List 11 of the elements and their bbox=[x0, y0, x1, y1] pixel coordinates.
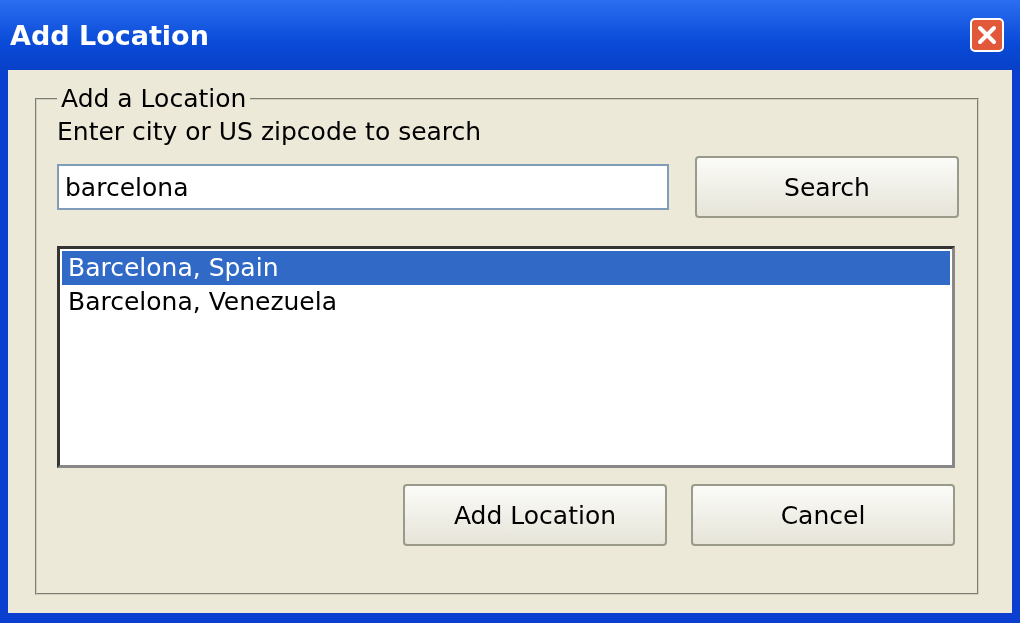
search-prompt: Enter city or US zipcode to search bbox=[57, 117, 483, 146]
group-legend: Add a Location bbox=[57, 84, 251, 113]
window-title: Add Location bbox=[10, 19, 209, 51]
results-list[interactable]: Barcelona, Spain Barcelona, Venezuela bbox=[57, 246, 955, 468]
close-icon[interactable] bbox=[970, 18, 1004, 52]
search-button[interactable]: Search bbox=[695, 156, 959, 218]
dialog-button[interactable]: Add Location bbox=[403, 484, 667, 546]
search-field[interactable]: barcelona bbox=[57, 164, 669, 210]
result-item[interactable]: Barcelona, Venezuela bbox=[62, 285, 950, 319]
result-item[interactable]: Barcelona, Spain bbox=[62, 251, 950, 285]
dialog-button[interactable]: Cancel bbox=[691, 484, 955, 546]
